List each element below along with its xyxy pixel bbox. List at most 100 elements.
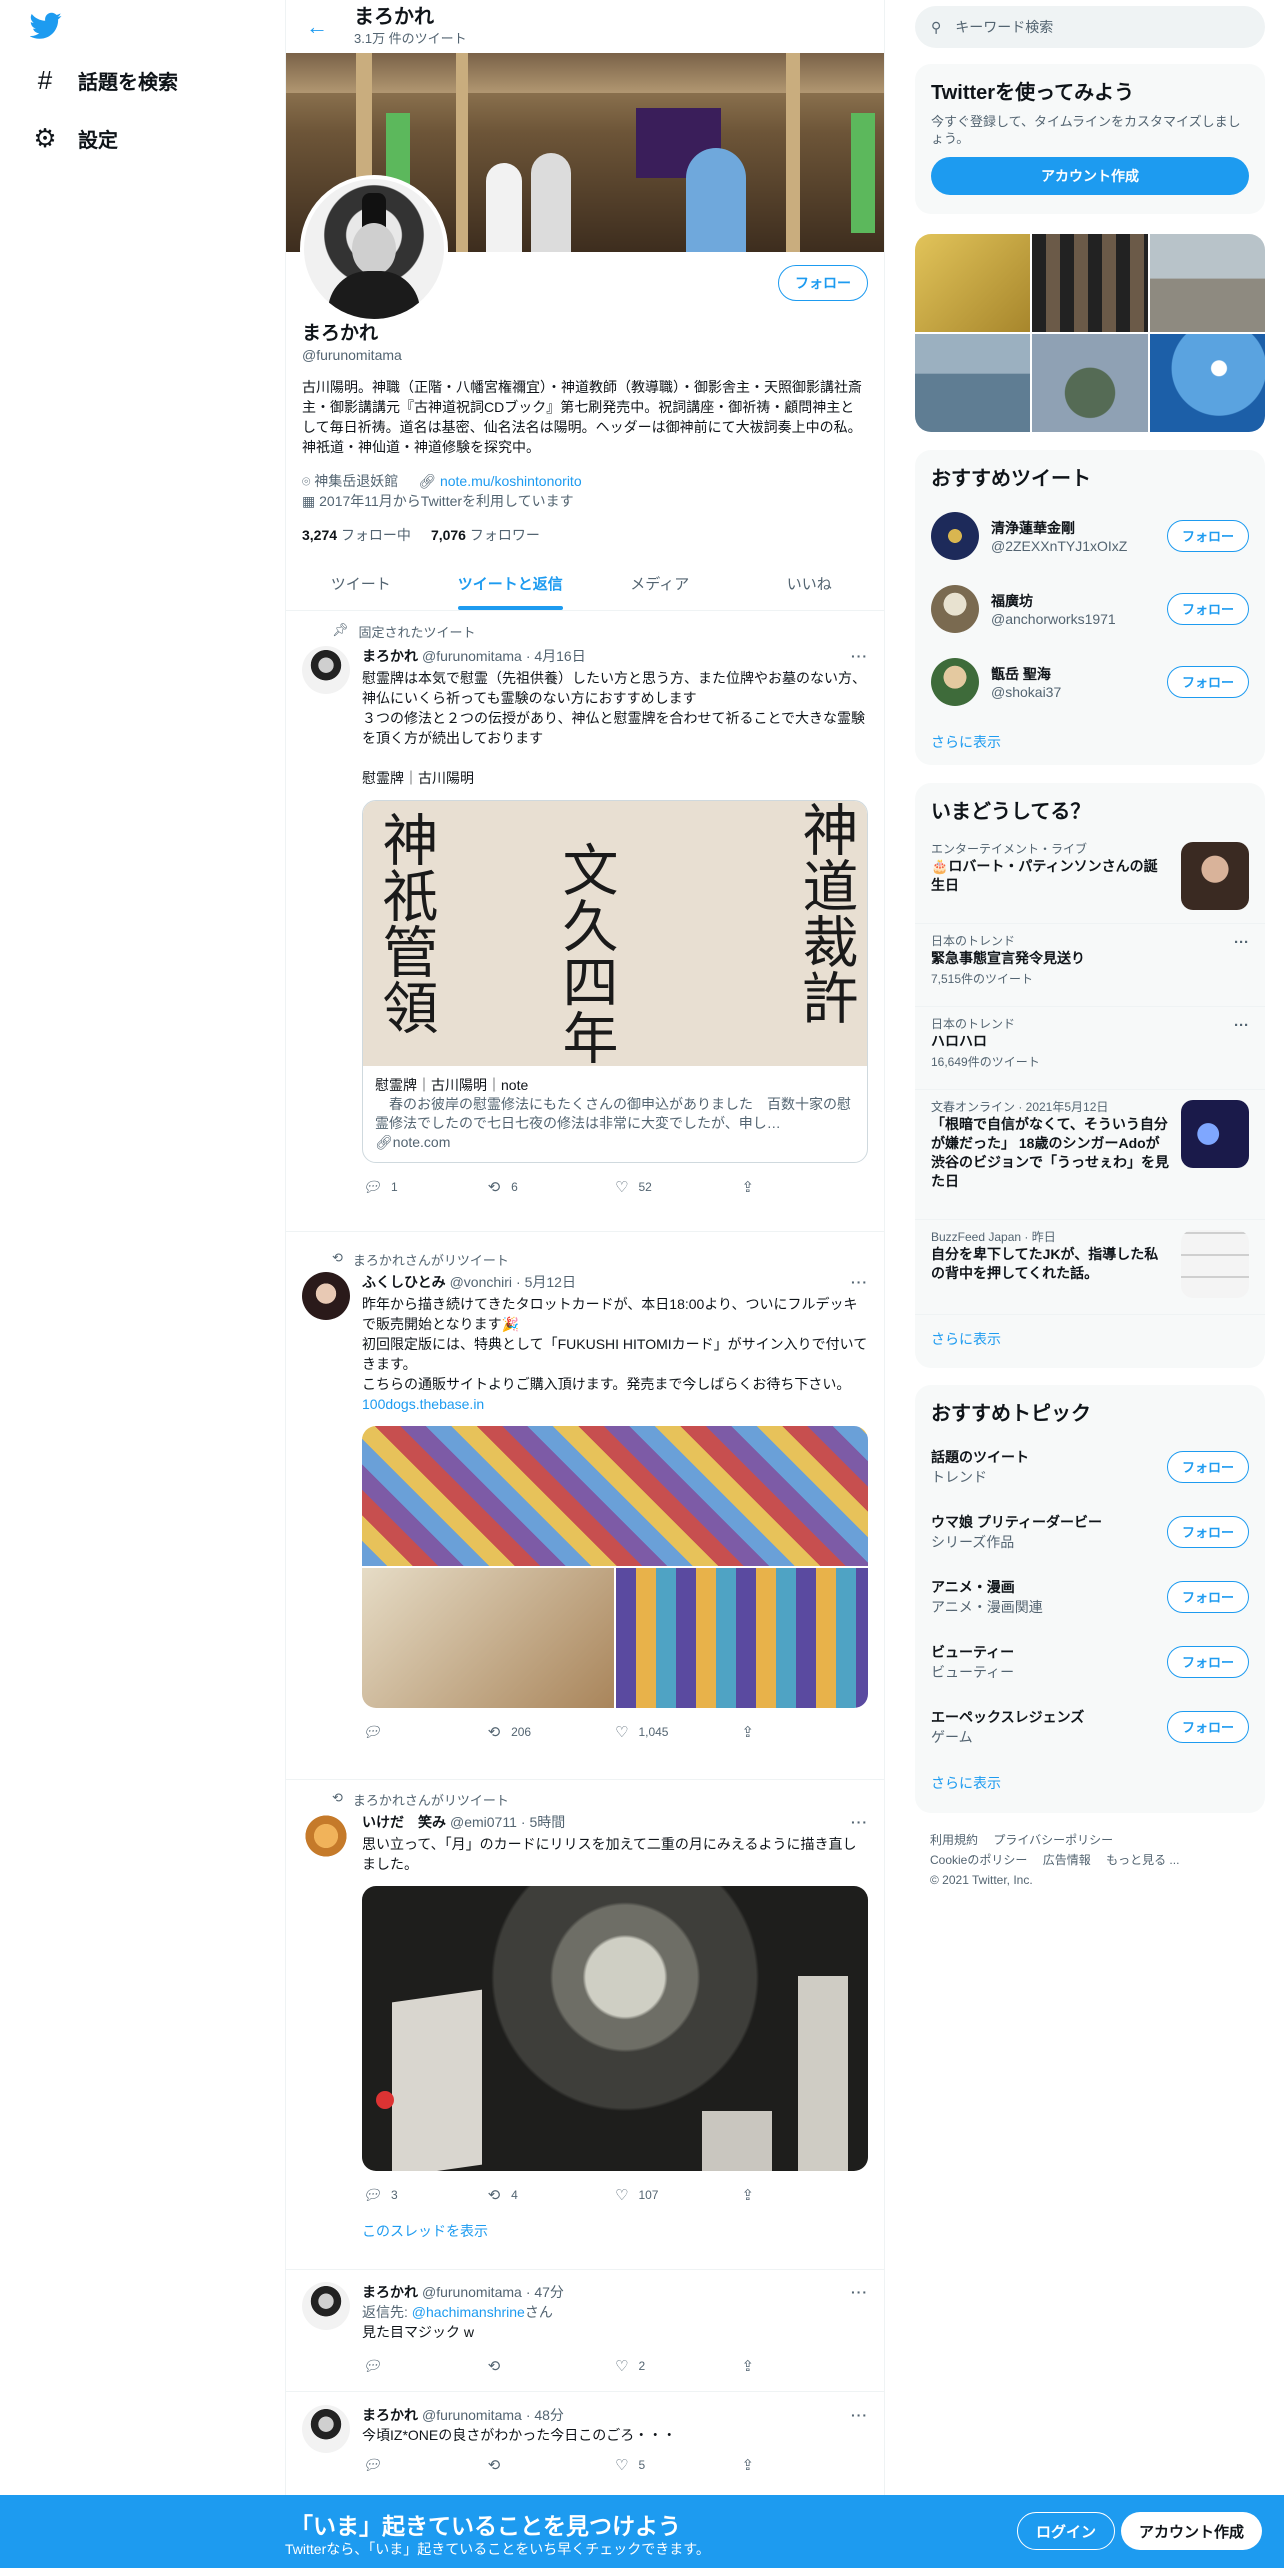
twitter-logo-icon[interactable] <box>30 12 62 40</box>
tweet[interactable]: 📌︎ 固定されたツイート まろかれ @furunomitama · 4月16日 … <box>286 612 884 1232</box>
media-image[interactable] <box>362 1568 614 1708</box>
reply-action[interactable]: 💬︎ <box>362 1723 489 1741</box>
footer-privacy[interactable]: プライバシーポリシー <box>993 1833 1113 1847</box>
footer-terms[interactable]: 利用規約 <box>930 1833 978 1847</box>
tweet[interactable]: まろかれ @furunomitama · 47分 ··· 返信先: @hachi… <box>286 2270 884 2392</box>
tab-tweets[interactable]: ツイート <box>286 558 436 610</box>
signup-button[interactable]: アカウント作成 <box>1121 2512 1263 2550</box>
like-action[interactable]: ♡ 2 <box>615 2357 742 2375</box>
footer-more[interactable]: もっと見る ... <box>1106 1853 1179 1867</box>
tweet-author-name[interactable]: まろかれ <box>362 646 418 666</box>
topic-item[interactable]: エーペックスレジェンズ ゲーム フォロー <box>915 1694 1265 1759</box>
nav-settings[interactable]: ⚙ 設定 <box>32 123 118 153</box>
media-image[interactable] <box>362 1886 868 2171</box>
tweet-author-handle[interactable]: @vonchiri <box>450 1274 512 1290</box>
more-icon[interactable]: ··· <box>851 648 868 664</box>
more-icon[interactable]: ··· <box>851 2407 868 2423</box>
share-action[interactable]: ⇪ <box>742 1178 869 1196</box>
like-action[interactable]: ♡ 52 <box>615 1178 742 1196</box>
retweet-action[interactable]: ⟲ <box>489 2357 616 2375</box>
search-box[interactable]: ⚲ キーワード検索 <box>915 6 1265 48</box>
tab-likes[interactable]: いいね <box>735 558 885 610</box>
more-icon[interactable]: ··· <box>1234 934 1249 951</box>
show-more-link[interactable]: さらに表示 <box>915 718 1265 765</box>
tweet-avatar[interactable] <box>302 2405 350 2453</box>
photo-thumb[interactable] <box>1032 334 1148 432</box>
tweet-author-name[interactable]: まろかれ <box>362 2405 418 2425</box>
retweet-action[interactable]: ⟲ 206 <box>489 1723 616 1741</box>
tweet-author-name[interactable]: まろかれ <box>362 2282 418 2302</box>
login-button[interactable]: ログイン <box>1017 2512 1116 2550</box>
suggested-user[interactable]: 福廣坊 @anchorworks1971 フォロー <box>915 572 1265 645</box>
suggested-user[interactable]: 清浄蓮華金剛 @2ZEXXnTYJ1xOIxZ フォロー <box>915 499 1265 572</box>
reply-action[interactable]: 💬︎ <box>362 2456 489 2474</box>
media-image[interactable] <box>362 1426 868 1566</box>
retweet-action[interactable]: ⟲ 6 <box>489 1178 616 1196</box>
more-icon[interactable]: ··· <box>1234 1017 1249 1034</box>
like-action[interactable]: ♡ 5 <box>615 2456 742 2474</box>
photo-thumb[interactable] <box>915 334 1031 432</box>
topic-item[interactable]: ウマ娘 プリティーダービー シリーズ作品 フォロー <box>915 1499 1265 1564</box>
tweet[interactable]: ⟲ まろかれさんがリツイート ふくしひとみ @vonchiri · 5月12日 … <box>286 1240 884 1780</box>
tweet-avatar[interactable] <box>302 2282 350 2330</box>
footer-ads[interactable]: 広告情報 <box>1043 1853 1091 1867</box>
trend-item[interactable]: 日本のトレンド ハロハロ 16,649件のツイート ··· <box>915 1007 1265 1090</box>
tweet-avatar[interactable] <box>302 1812 350 1860</box>
tweet-author-name[interactable]: いけだ 笑み <box>362 1812 446 1832</box>
create-account-button[interactable]: アカウント作成 <box>931 157 1249 195</box>
retweet-action[interactable]: ⟲ 4 <box>489 2186 616 2204</box>
link-card[interactable]: 神道裁許 文久四年 神祇管領 慰霊牌｜古川陽明｜note 春のお彼岸の慰霊修法に… <box>362 800 868 1163</box>
tweet-avatar[interactable] <box>302 1272 350 1320</box>
tweet-time[interactable]: · 48分 <box>526 2405 564 2425</box>
share-action[interactable]: ⇪ <box>742 2186 869 2204</box>
tweet-author-handle[interactable]: @furunomitama <box>422 2284 522 2300</box>
website-link[interactable]: note.mu/koshintonorito <box>440 473 582 489</box>
reply-action[interactable]: 💬︎ 3 <box>362 2186 489 2204</box>
topic-item[interactable]: アニメ・漫画 アニメ・漫画関連 フォロー <box>915 1564 1265 1629</box>
share-action[interactable]: ⇪ <box>742 2456 869 2474</box>
tab-tweets-replies[interactable]: ツイートと返信 <box>436 558 586 610</box>
tweet[interactable]: まろかれ @furunomitama · 48分 ··· 今頃IZ*ONEの良さ… <box>286 2393 884 2503</box>
show-thread-link[interactable]: このスレッドを表示 <box>362 2221 868 2241</box>
photo-thumb[interactable] <box>1149 334 1265 432</box>
follow-button[interactable]: フォロー <box>1166 519 1249 552</box>
more-icon[interactable]: ··· <box>851 1274 868 1290</box>
tweet-author-handle[interactable]: @emi0711 <box>450 1814 517 1830</box>
reply-action[interactable]: 💬︎ 1 <box>362 1178 489 1196</box>
suggested-user[interactable]: 甑岳 聖海 @shokai37 フォロー <box>915 645 1265 718</box>
topic-item[interactable]: ビューティー ビューティー フォロー <box>915 1629 1265 1694</box>
tweet[interactable]: ⟲ まろかれさんがリツイート いけだ 笑み @emi0711 · 5時間 ···… <box>286 1780 884 2270</box>
tweet-time[interactable]: · 5月12日 <box>516 1272 576 1292</box>
photo-thumb[interactable] <box>1149 234 1265 332</box>
topic-item[interactable]: 話題のツイート トレンド フォロー <box>915 1434 1265 1499</box>
share-action[interactable]: ⇪ <box>742 1723 869 1741</box>
like-action[interactable]: ♡ 1,045 <box>615 1723 742 1741</box>
follow-button[interactable]: フォロー <box>1166 1450 1249 1483</box>
follow-button[interactable]: フォロー <box>1166 1580 1249 1613</box>
show-more-link[interactable]: さらに表示 <box>915 1315 1265 1363</box>
follow-button[interactable]: フォロー <box>1166 1515 1249 1548</box>
tweet-author-handle[interactable]: @furunomitama <box>422 2407 522 2423</box>
tweet-author-handle[interactable]: @furunomitama <box>422 648 522 664</box>
tweet-avatar[interactable] <box>302 646 350 694</box>
more-icon[interactable]: ··· <box>851 2284 868 2300</box>
reply-to-handle[interactable]: @hachimanshrine <box>412 2304 525 2320</box>
follow-button[interactable]: フォロー <box>1166 665 1249 698</box>
like-action[interactable]: ♡ 107 <box>615 2186 742 2204</box>
tweet-time[interactable]: · 47分 <box>526 2282 564 2302</box>
trend-item[interactable]: 文春オンライン · 2021年5月12日 「根暗で自信がなくて、そういう自分が嫌… <box>915 1090 1265 1220</box>
photo-thumb[interactable] <box>915 234 1031 332</box>
follow-button[interactable]: フォロー <box>1166 592 1249 625</box>
follow-button[interactable]: フォロー <box>778 265 868 301</box>
more-icon[interactable]: ··· <box>851 1814 868 1830</box>
followers-link[interactable]: 7,076 フォロワー <box>431 525 540 545</box>
tweet-link[interactable]: 100dogs.thebase.in <box>362 1394 868 1414</box>
show-more-link[interactable]: さらに表示 <box>915 1759 1265 1807</box>
tab-media[interactable]: メディア <box>585 558 735 610</box>
follow-button[interactable]: フォロー <box>1166 1710 1249 1743</box>
tweet-time[interactable]: · 5時間 <box>521 1812 565 1832</box>
trend-item[interactable]: 日本のトレンド 緊急事態宣言発令見送り 7,515件のツイート ··· <box>915 924 1265 1007</box>
retweet-action[interactable]: ⟲ <box>489 2456 616 2474</box>
reply-action[interactable]: 💬︎ <box>362 2357 489 2375</box>
trend-item[interactable]: BuzzFeed Japan · 昨日 自分を卑下してたJKが、指導した私の背中… <box>915 1220 1265 1315</box>
